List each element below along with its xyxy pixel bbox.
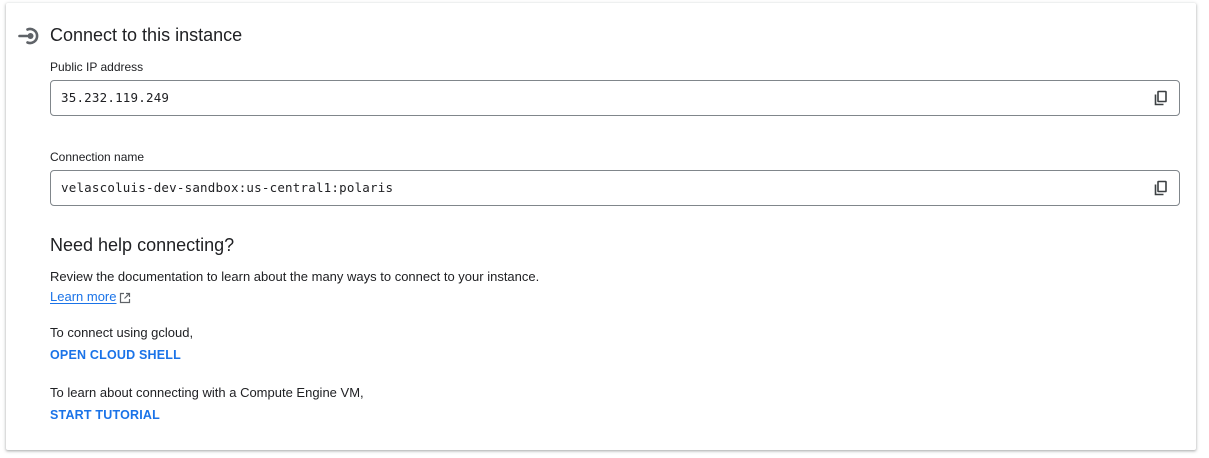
connection-name-label: Connection name xyxy=(50,150,145,164)
connect-card: Connect to this instance Public IP addre… xyxy=(6,3,1196,450)
connect-icon xyxy=(18,24,42,48)
vm-text: To learn about connecting with a Compute… xyxy=(50,385,364,400)
start-tutorial-button[interactable]: START TUTORIAL xyxy=(50,407,160,423)
help-title: Need help connecting? xyxy=(50,235,235,255)
open-cloud-shell-button[interactable]: OPEN CLOUD SHELL xyxy=(50,347,181,363)
card-title: Connect to this instance xyxy=(50,25,243,45)
copy-icon[interactable] xyxy=(1151,178,1171,198)
connection-name-value[interactable]: velascoluis-dev-sandbox:us-central1:pola… xyxy=(61,180,393,196)
public-ip-value[interactable]: 35.232.119.249 xyxy=(61,90,169,106)
copy-icon[interactable] xyxy=(1151,88,1171,108)
public-ip-field[interactable]: 35.232.119.249 xyxy=(50,80,1180,116)
learn-more-label[interactable]: Learn more xyxy=(50,288,116,306)
external-link-icon xyxy=(119,291,131,304)
learn-more-link[interactable]: Learn more xyxy=(50,288,131,306)
gcloud-text: To connect using gcloud, xyxy=(50,325,194,340)
public-ip-label: Public IP address xyxy=(50,60,144,74)
connection-name-field[interactable]: velascoluis-dev-sandbox:us-central1:pola… xyxy=(50,170,1180,206)
help-description: Review the documentation to learn about … xyxy=(50,269,540,284)
